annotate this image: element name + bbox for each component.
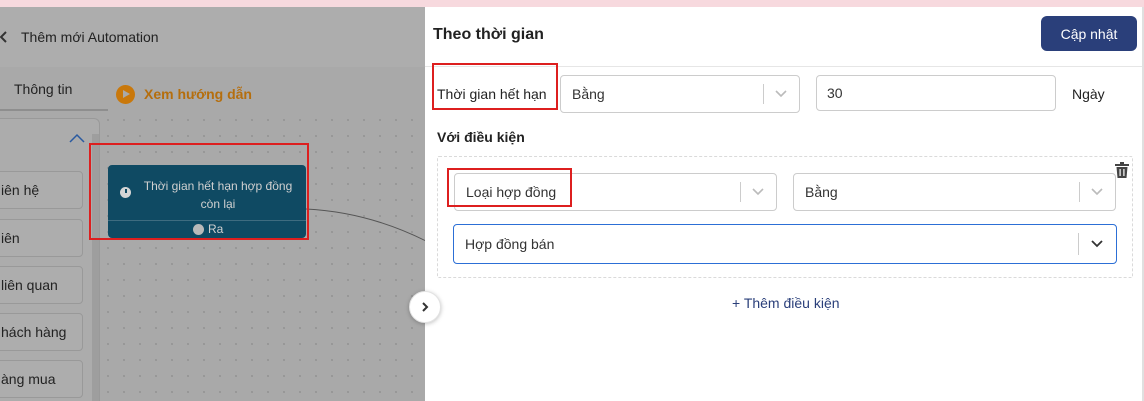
expiry-operator-select[interactable]: Bằng [560, 75, 800, 113]
sidebar-item-label: àng mua [1, 371, 56, 387]
sidebar-item-label: hách hàng [1, 324, 67, 340]
guide-link-label: Xem hướng dẫn [144, 86, 252, 102]
select-separator [1079, 182, 1080, 202]
chevron-up-icon[interactable] [69, 133, 85, 143]
condition-value-select[interactable]: Hợp đồng bán [453, 224, 1117, 264]
chevron-down-icon [1091, 188, 1103, 196]
condition-value: Hợp đồng bán [465, 236, 555, 252]
sidebar-item-label: iên [1, 230, 20, 246]
page-title: Thêm mới Automation [21, 29, 159, 45]
select-separator [740, 182, 741, 202]
sidebar-item[interactable]: hách hàng [0, 313, 83, 351]
chevron-down-icon [752, 188, 764, 196]
chevron-left-icon[interactable] [0, 30, 10, 44]
update-button[interactable]: Cập nhật [1041, 16, 1137, 51]
highlight-box [89, 143, 309, 240]
node-connector [306, 208, 425, 242]
tab-info[interactable]: Thông tin [0, 77, 108, 111]
collapse-drawer-button[interactable] [409, 291, 441, 323]
sidebar-item[interactable]: liên quan [0, 266, 83, 304]
select-separator [1078, 233, 1079, 255]
sidebar-item-label: liên quan [1, 277, 58, 293]
automation-editor-background: Thêm mới Automation Thông tin Xem hướng … [0, 7, 425, 401]
sidebar-item[interactable]: iên [0, 219, 83, 257]
expiry-unit: Ngày [1072, 86, 1105, 102]
condition-operator-value: Bằng [805, 184, 838, 200]
select-separator [763, 84, 764, 104]
highlight-box [432, 63, 558, 110]
sidebar-item[interactable]: iên hệ [0, 171, 83, 209]
chevron-down-icon [1091, 240, 1103, 248]
condition-drawer: Theo thời gian Cập nhật Thời gian hết hạ… [425, 7, 1144, 401]
highlight-box [447, 168, 572, 207]
drawer-title: Theo thời gian [433, 26, 544, 43]
expiry-value: 30 [827, 85, 843, 101]
sidebar-item-label: iên hệ [1, 182, 40, 198]
conditions-heading: Với điều kiện [437, 129, 525, 145]
condition-operator-select[interactable]: Bằng [793, 173, 1116, 211]
tab-info-label: Thông tin [14, 81, 73, 97]
sidebar-item[interactable]: àng mua [0, 360, 83, 398]
trash-icon[interactable] [1115, 162, 1129, 178]
top-strip [0, 0, 1144, 7]
guide-link[interactable]: Xem hướng dẫn [116, 83, 252, 105]
expiry-operator-value: Bằng [572, 86, 605, 102]
chevron-right-icon [422, 302, 429, 312]
play-icon [116, 84, 135, 104]
add-condition-link[interactable]: + Thêm điều kiện [732, 295, 840, 311]
trigger-sidebar: iên hệ iên liên quan hách hàng àng mua [0, 118, 100, 401]
editor-header: Thêm mới Automation [0, 7, 425, 67]
expiry-value-input[interactable]: 30 [816, 75, 1056, 111]
chevron-down-icon [775, 90, 787, 98]
